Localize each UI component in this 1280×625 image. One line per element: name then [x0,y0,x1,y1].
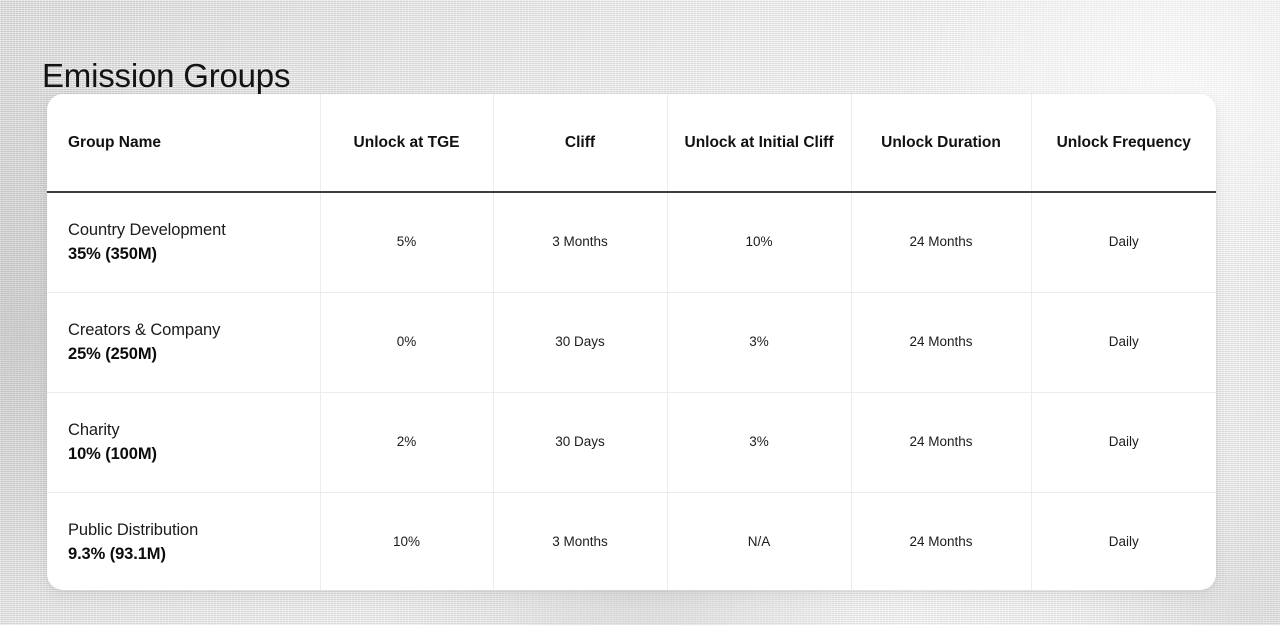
cell-unlock-frequency: Daily [1031,392,1216,493]
table-row: Country Development 35% (350M) 5% 3 Mont… [47,192,1216,293]
cell-unlock-frequency: Daily [1108,534,1139,550]
cell-unlock-at-tge: 0% [320,292,494,393]
cell-unlock-at-initial-cliff: N/A [667,492,852,590]
cell-unlock-frequency: Daily [1031,192,1216,293]
table-body: Country Development 35% (350M) 5% 3 Mont… [47,192,1216,590]
emission-groups-table: Group Name Unlock at TGE Cliff Unlock at… [47,94,1216,590]
column-header-group-name: Group Name [47,94,321,193]
group-allocation-label: 9.3% (93.1M) [68,545,166,564]
cell-unlock-duration: 24 Months [851,292,1032,393]
group-name-label: Country Development [68,221,226,240]
cell-unlock-at-initial-cliff: 10% [667,192,852,293]
cell-group-name: Public Distribution 9.3% (93.1M) [47,492,321,590]
cell-group-name: Country Development 35% (350M) [47,192,321,293]
cell-unlock-at-tge: 10% [320,492,494,590]
cell-group-name: Creators & Company 25% (250M) [47,292,321,393]
group-allocation-label: 35% (350M) [68,245,157,264]
cell-unlock-at-initial-cliff: 3% [667,292,852,393]
group-name-label: Public Distribution [68,521,199,540]
table-row: Creators & Company 25% (250M) 0% 30 Days… [47,292,1216,393]
cell-cliff: 3 Months [493,192,668,293]
page-background: Emission Groups Group Name Unlock at TGE… [0,0,1280,625]
column-header-unlock-duration: Unlock Duration [851,94,1032,193]
column-header-cliff: Cliff [493,94,668,193]
column-header-unlock-frequency: Unlock Frequency [1031,94,1216,193]
column-header-unlock-at-initial-cliff: Unlock at Initial Cliff [667,94,852,193]
cell-cliff: 30 Days [493,292,668,393]
cell-cliff: 30 Days [493,392,668,493]
table-header-row: Group Name Unlock at TGE Cliff Unlock at… [47,94,1216,193]
cell-unlock-at-tge: 2% [320,392,494,493]
cell-unlock-at-tge: 5% [320,192,494,293]
column-header-unlock-at-tge: Unlock at TGE [320,94,494,193]
table-row: Charity 10% (100M) 2% 30 Days 3% 24 Mont… [47,392,1216,493]
group-allocation-label: 10% (100M) [68,445,157,463]
cell-unlock-duration: 24 Months [851,192,1032,293]
table-row: Public Distribution 9.3% (93.1M) 10% 3 M… [47,492,1216,590]
cell-cliff: 3 Months [493,492,668,590]
page-title: Emission Groups [42,57,291,95]
cell-unlock-frequency: Daily [1031,292,1216,393]
group-name-label: Creators & Company [68,321,221,339]
emission-groups-card: Group Name Unlock at TGE Cliff Unlock at… [47,94,1216,590]
cell-unlock-at-initial-cliff: 3% [667,392,852,493]
group-allocation-label: 25% (250M) [68,345,157,363]
table-header: Group Name Unlock at TGE Cliff Unlock at… [47,94,1216,193]
group-name-label: Charity [68,421,120,439]
cell-unlock-duration: 24 Months [851,392,1032,493]
cell-group-name: Charity 10% (100M) [47,392,321,493]
cell-unlock-duration: 24 Months [851,492,1032,590]
